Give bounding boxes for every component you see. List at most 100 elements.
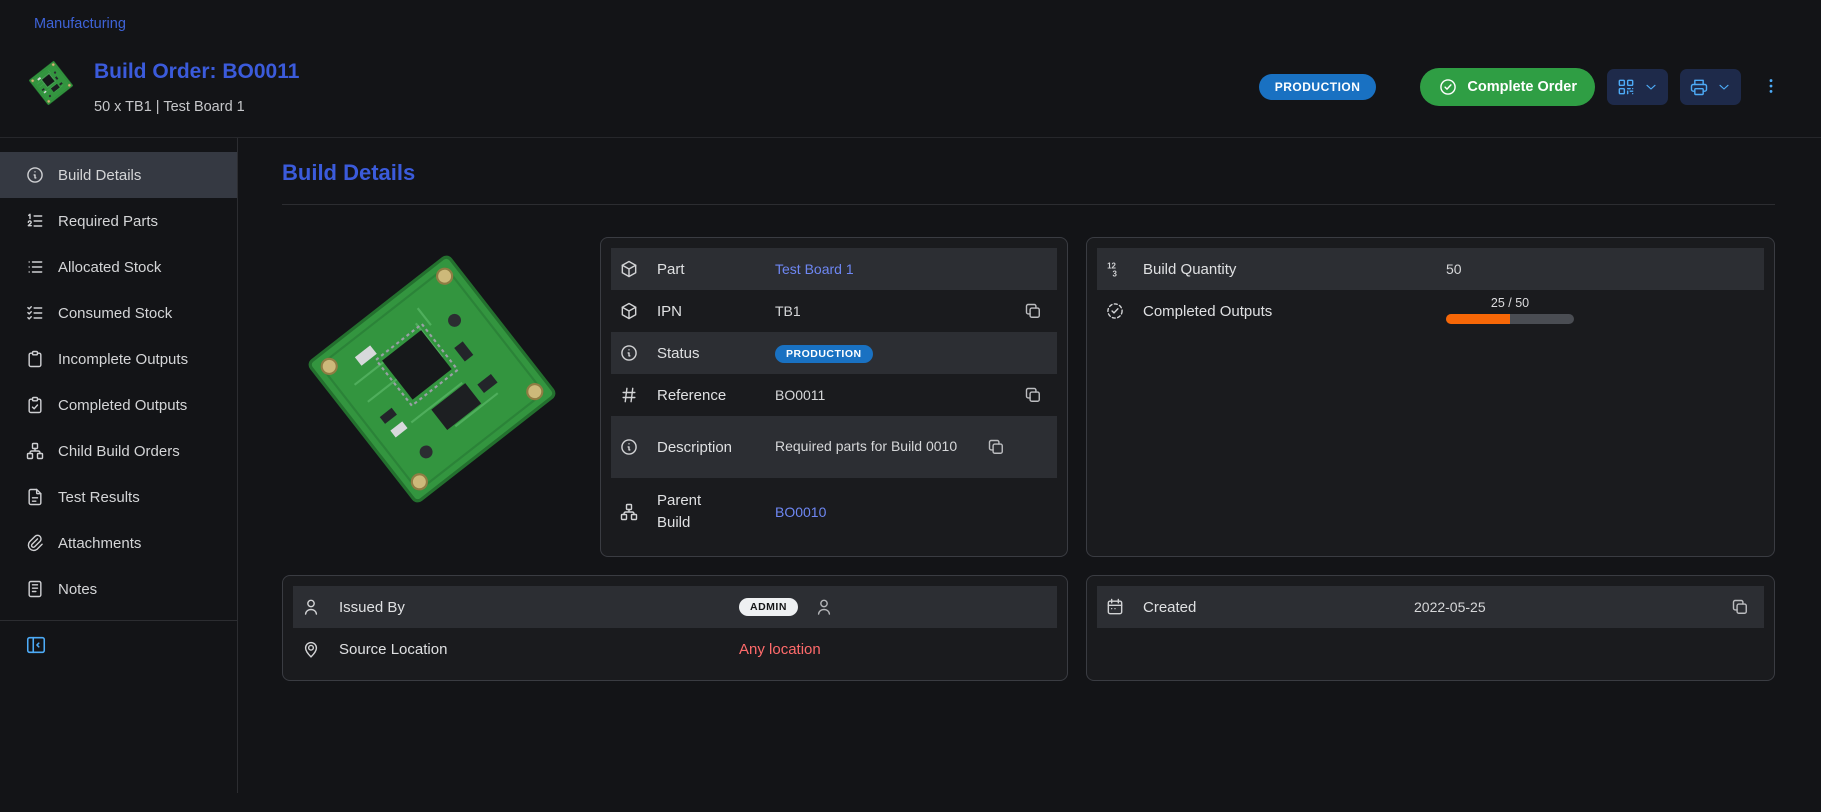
clipboard-check-icon <box>25 395 45 415</box>
sidebar-item-label: Attachments <box>58 535 141 552</box>
detail-value: Required parts for Build 0010 <box>775 437 980 457</box>
sidebar-item-consumed-stock[interactable]: Consumed Stock <box>0 290 237 336</box>
status-badge: PRODUCTION <box>1259 74 1377 100</box>
detail-label: Issued By <box>339 599 739 616</box>
report-icon <box>25 487 45 507</box>
detail-label: Build Quantity <box>1143 261 1446 278</box>
complete-order-label: Complete Order <box>1467 79 1577 95</box>
app-root: Manufacturing Build Order: BO0011 50 x T… <box>0 0 1821 793</box>
package-icon <box>619 259 657 279</box>
progress-check-icon <box>1105 301 1143 321</box>
sidebar-footer <box>0 620 237 672</box>
breadcrumb-link-manufacturing[interactable]: Manufacturing <box>34 16 126 32</box>
sidebar-item-label: Test Results <box>58 489 140 506</box>
sidebar-item-label: Notes <box>58 581 97 598</box>
detail-value: TB1 <box>775 303 1017 319</box>
section-divider <box>282 204 1775 205</box>
row-created: Created 2022-05-25 <box>1097 586 1764 628</box>
hash-icon <box>619 385 657 405</box>
user-icon <box>301 597 339 617</box>
sidebar-item-label: Child Build Orders <box>58 443 180 460</box>
build-details-panel: Part Test Board 1 IPN TB1 Status PRODUCT… <box>600 237 1068 557</box>
sidebar-item-required-parts[interactable]: Required Parts <box>0 198 237 244</box>
detail-row-status: Status PRODUCTION <box>611 332 1057 374</box>
parent-build-link[interactable]: BO0010 <box>775 504 826 520</box>
sidebar-item-label: Consumed Stock <box>58 305 172 322</box>
sidebar-item-completed-outputs[interactable]: Completed Outputs <box>0 382 237 428</box>
printer-icon <box>1689 77 1709 97</box>
header-titles: Build Order: BO0011 50 x TB1 | Test Boar… <box>94 52 299 115</box>
page-title: Build Order: BO0011 <box>94 60 299 84</box>
copy-button[interactable] <box>980 431 1012 463</box>
created-panel: Created 2022-05-25 <box>1086 575 1775 681</box>
chevron-down-icon <box>1643 79 1659 95</box>
sidebar-item-label: Allocated Stock <box>58 259 161 276</box>
copy-button[interactable] <box>1724 591 1756 623</box>
detail-row-reference: Reference BO0011 <box>611 374 1057 416</box>
list-icon <box>25 257 45 277</box>
paperclip-icon <box>25 533 45 553</box>
sidebar-item-notes[interactable]: Notes <box>0 566 237 612</box>
part-link[interactable]: Test Board 1 <box>775 261 854 277</box>
print-actions-button[interactable] <box>1680 69 1741 105</box>
breadcrumb: Manufacturing <box>0 0 1821 42</box>
part-image[interactable] <box>282 237 582 557</box>
list-numbers-icon <box>25 211 45 231</box>
build-thumbnail-image[interactable] <box>26 58 76 108</box>
clipboard-icon <box>25 349 45 369</box>
sitemap-icon <box>619 502 657 522</box>
progress-fill <box>1446 314 1510 324</box>
sidebar-item-attachments[interactable]: Attachments <box>0 520 237 566</box>
detail-label: Description <box>657 439 775 456</box>
numbers-123-icon <box>1105 259 1143 279</box>
copy-button[interactable] <box>1017 295 1049 327</box>
sidebar-item-child-build-orders[interactable]: Child Build Orders <box>0 428 237 474</box>
circle-check-icon <box>1438 77 1458 97</box>
detail-row-ipn: IPN TB1 <box>611 290 1057 332</box>
detail-label: Reference <box>657 387 775 404</box>
row-source-location: Source Location Any location <box>293 628 1057 670</box>
issued-panel: Issued By ADMIN Source Location Any loca… <box>282 575 1068 681</box>
detail-value: BO0011 <box>775 387 1017 403</box>
qrcode-icon <box>1616 77 1636 97</box>
detail-row-description: Description Required parts for Build 001… <box>611 416 1057 478</box>
complete-order-button[interactable]: Complete Order <box>1420 68 1595 106</box>
detail-label: Source Location <box>339 641 739 658</box>
collapse-sidebar-button[interactable] <box>25 634 47 659</box>
build-quantity-value: 50 <box>1446 261 1756 277</box>
main-content: Build Details Part Test Board 1 <box>238 138 1821 793</box>
copy-button[interactable] <box>1017 379 1049 411</box>
quantity-panel: Build Quantity 50 Completed Outputs 25 /… <box>1086 237 1775 557</box>
package-icon <box>619 301 657 321</box>
pcb-image <box>292 239 572 519</box>
page-subtitle: 50 x TB1 | Test Board 1 <box>94 99 299 115</box>
source-location-value: Any location <box>739 641 1049 658</box>
issued-by-badge: ADMIN <box>739 598 798 616</box>
chevron-down-icon <box>1716 79 1732 95</box>
more-actions-button[interactable] <box>1761 76 1781 99</box>
sidebar-item-incomplete-outputs[interactable]: Incomplete Outputs <box>0 336 237 382</box>
progress-track <box>1446 314 1574 324</box>
detail-row-parent-build: Parent Build BO0010 <box>611 478 1057 546</box>
detail-label: Completed Outputs <box>1143 303 1446 320</box>
details-grid: Part Test Board 1 IPN TB1 Status PRODUCT… <box>282 237 1775 681</box>
sidebar-item-test-results[interactable]: Test Results <box>0 474 237 520</box>
body-layout: Build Details Required Parts Allocated S… <box>0 138 1821 793</box>
sidebar-item-build-details[interactable]: Build Details <box>0 152 237 198</box>
map-pin-icon <box>301 639 339 659</box>
info-circle-icon <box>619 437 657 457</box>
detail-label: Part <box>657 261 775 278</box>
info-circle-icon <box>619 343 657 363</box>
row-completed-outputs: Completed Outputs 25 / 50 <box>1097 290 1764 332</box>
sidebar-item-allocated-stock[interactable]: Allocated Stock <box>0 244 237 290</box>
sidebar-item-label: Completed Outputs <box>58 397 187 414</box>
sidebar-item-label: Build Details <box>58 167 141 184</box>
row-issued-by: Issued By ADMIN <box>293 586 1057 628</box>
dots-vertical-icon <box>1761 76 1781 96</box>
list-check-icon <box>25 303 45 323</box>
sidebar-item-label: Incomplete Outputs <box>58 351 188 368</box>
created-value: 2022-05-25 <box>1414 599 1724 615</box>
sidebar: Build Details Required Parts Allocated S… <box>0 138 238 793</box>
user-icon <box>814 597 834 617</box>
barcode-actions-button[interactable] <box>1607 69 1668 105</box>
